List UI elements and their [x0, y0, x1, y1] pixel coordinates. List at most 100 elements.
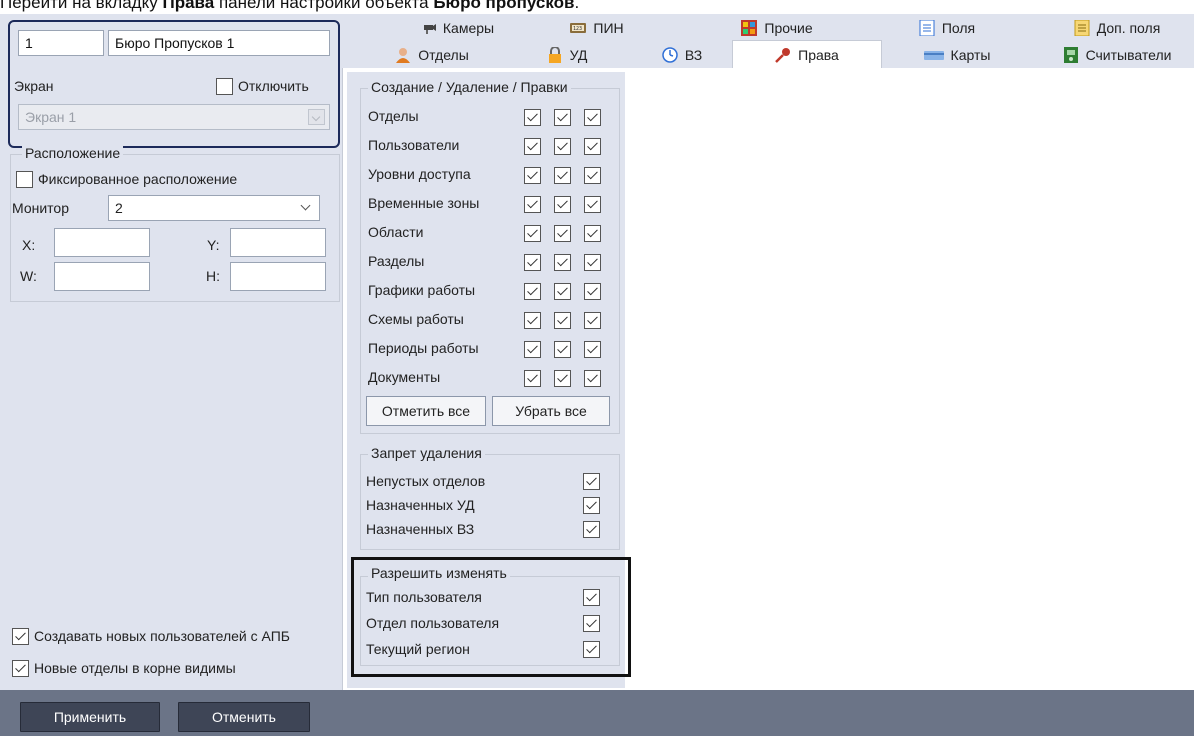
disable-checkbox[interactable]: [216, 78, 233, 95]
create-checkbox[interactable]: [524, 196, 541, 213]
edit-checkbox[interactable]: [584, 312, 601, 329]
delete-checkbox[interactable]: [554, 283, 571, 300]
delete-checkbox[interactable]: [554, 254, 571, 271]
w-label: W:: [20, 268, 37, 284]
delete-checkbox[interactable]: [554, 167, 571, 184]
y-label: Y:: [207, 237, 220, 253]
delete-ban-legend: Запрет удаления: [368, 445, 485, 461]
tab-time-zones[interactable]: ВЗ: [637, 41, 727, 68]
tab-cameras[interactable]: Камеры: [402, 14, 512, 41]
cancel-button[interactable]: Отменить: [178, 702, 310, 732]
create-checkbox[interactable]: [524, 312, 541, 329]
misc-icon: [741, 19, 758, 36]
tab-access-levels[interactable]: УД: [522, 41, 612, 68]
new-departments-visible-checkbox[interactable]: [12, 660, 29, 677]
monitor-label: Монитор: [12, 200, 69, 216]
delete-checkbox[interactable]: [554, 341, 571, 358]
create-users-apb-label: Создавать новых пользователей с АПБ: [34, 628, 290, 644]
x-input[interactable]: [54, 228, 150, 257]
create-checkbox[interactable]: [524, 341, 541, 358]
delete-checkbox[interactable]: [554, 138, 571, 155]
instruction-caption: Перейти на вкладку Права панели настройк…: [0, 0, 1194, 13]
tab-rights[interactable]: Права: [732, 40, 882, 68]
tab-bar: Камеры 123 ПИН Прочие Поля Доп. поля Отд…: [342, 14, 1194, 68]
delete-ban-row-label: Назначенных ВЗ: [366, 521, 475, 537]
screen-label: Экран: [14, 78, 54, 94]
edit-checkbox[interactable]: [584, 167, 601, 184]
delete-checkbox[interactable]: [554, 196, 571, 213]
reader-icon: [1063, 46, 1079, 63]
highlight-frame: [351, 557, 631, 677]
create-checkbox[interactable]: [524, 370, 541, 387]
monitor-select[interactable]: 2: [108, 195, 320, 221]
edit-checkbox[interactable]: [584, 138, 601, 155]
edit-checkbox[interactable]: [584, 225, 601, 242]
tab-extra-fields[interactable]: Доп. поля: [1052, 14, 1182, 41]
tab-departments[interactable]: Отделы: [372, 41, 492, 68]
object-id-field[interactable]: 1: [18, 30, 104, 56]
edit-checkbox[interactable]: [584, 283, 601, 300]
apply-button[interactable]: Применить: [20, 702, 160, 732]
permission-row-label: Отделы: [368, 108, 419, 124]
delete-ban-checkbox[interactable]: [583, 497, 600, 514]
create-checkbox[interactable]: [524, 225, 541, 242]
w-input[interactable]: [54, 262, 150, 291]
permission-row-label: Графики работы: [368, 282, 476, 298]
edit-checkbox[interactable]: [584, 196, 601, 213]
y-input[interactable]: [230, 228, 326, 257]
tab-pin[interactable]: 123 ПИН: [542, 14, 652, 41]
delete-ban-row-label: Назначенных УД: [366, 497, 475, 513]
delete-checkbox[interactable]: [554, 109, 571, 126]
create-checkbox[interactable]: [524, 254, 541, 271]
user-icon: [395, 47, 411, 63]
object-name-field[interactable]: Бюро Пропусков 1: [108, 30, 330, 56]
tab-readers[interactable]: Считыватели: [1042, 41, 1192, 68]
edit-checkbox[interactable]: [584, 370, 601, 387]
create-checkbox[interactable]: [524, 283, 541, 300]
permission-row-label: Разделы: [368, 253, 425, 269]
create-checkbox[interactable]: [524, 109, 541, 126]
camera-icon: [420, 20, 436, 36]
caption-tab-name: Права: [162, 0, 215, 12]
delete-ban-checkbox[interactable]: [583, 473, 600, 490]
delete-ban-checkbox[interactable]: [583, 521, 600, 538]
screen-select-value: Экран 1: [25, 109, 77, 125]
permission-row-label: Периоды работы: [368, 340, 479, 356]
clock-icon: [662, 46, 678, 63]
permission-row-label: Области: [368, 224, 424, 240]
lock-icon: [547, 45, 563, 63]
edit-checkbox[interactable]: [584, 254, 601, 271]
tab-fields[interactable]: Поля: [882, 14, 1012, 41]
create-checkbox[interactable]: [524, 138, 541, 155]
key-icon: [775, 47, 791, 63]
tab-misc[interactable]: Прочие: [712, 14, 842, 41]
select-all-button[interactable]: Отметить все: [366, 396, 486, 426]
delete-checkbox[interactable]: [554, 312, 571, 329]
location-legend: Расположение: [22, 145, 124, 161]
permission-row-label: Схемы работы: [368, 311, 464, 327]
edit-checkbox[interactable]: [584, 341, 601, 358]
create-checkbox[interactable]: [524, 167, 541, 184]
caption-prefix: Перейти на вкладку: [0, 0, 163, 12]
card-icon: [923, 47, 944, 63]
chevron-down-icon: [308, 109, 325, 125]
permissions-legend: Создание / Удаление / Правки: [368, 79, 571, 95]
pin-keypad-icon: 123: [570, 20, 587, 36]
bottom-action-bar: Применить Отменить: [0, 690, 1194, 736]
delete-checkbox[interactable]: [554, 370, 571, 387]
h-input[interactable]: [230, 262, 326, 291]
screen-select: Экран 1: [18, 104, 330, 130]
caption-suffix: .: [574, 0, 580, 12]
tab-cards[interactable]: Карты: [897, 41, 1017, 68]
svg-text:123: 123: [573, 26, 582, 32]
fields-list-icon: [919, 19, 935, 36]
permission-row-label: Документы: [368, 369, 441, 385]
fixed-location-checkbox[interactable]: [16, 171, 33, 188]
clear-all-button[interactable]: Убрать все: [492, 396, 610, 426]
chevron-down-icon: [300, 200, 311, 211]
create-users-apb-checkbox[interactable]: [12, 628, 29, 645]
delete-checkbox[interactable]: [554, 225, 571, 242]
edit-checkbox[interactable]: [584, 109, 601, 126]
extra-fields-icon: [1074, 19, 1090, 36]
object-group: 1 Бюро Пропусков 1 Экран Отключить Экран…: [8, 20, 340, 148]
